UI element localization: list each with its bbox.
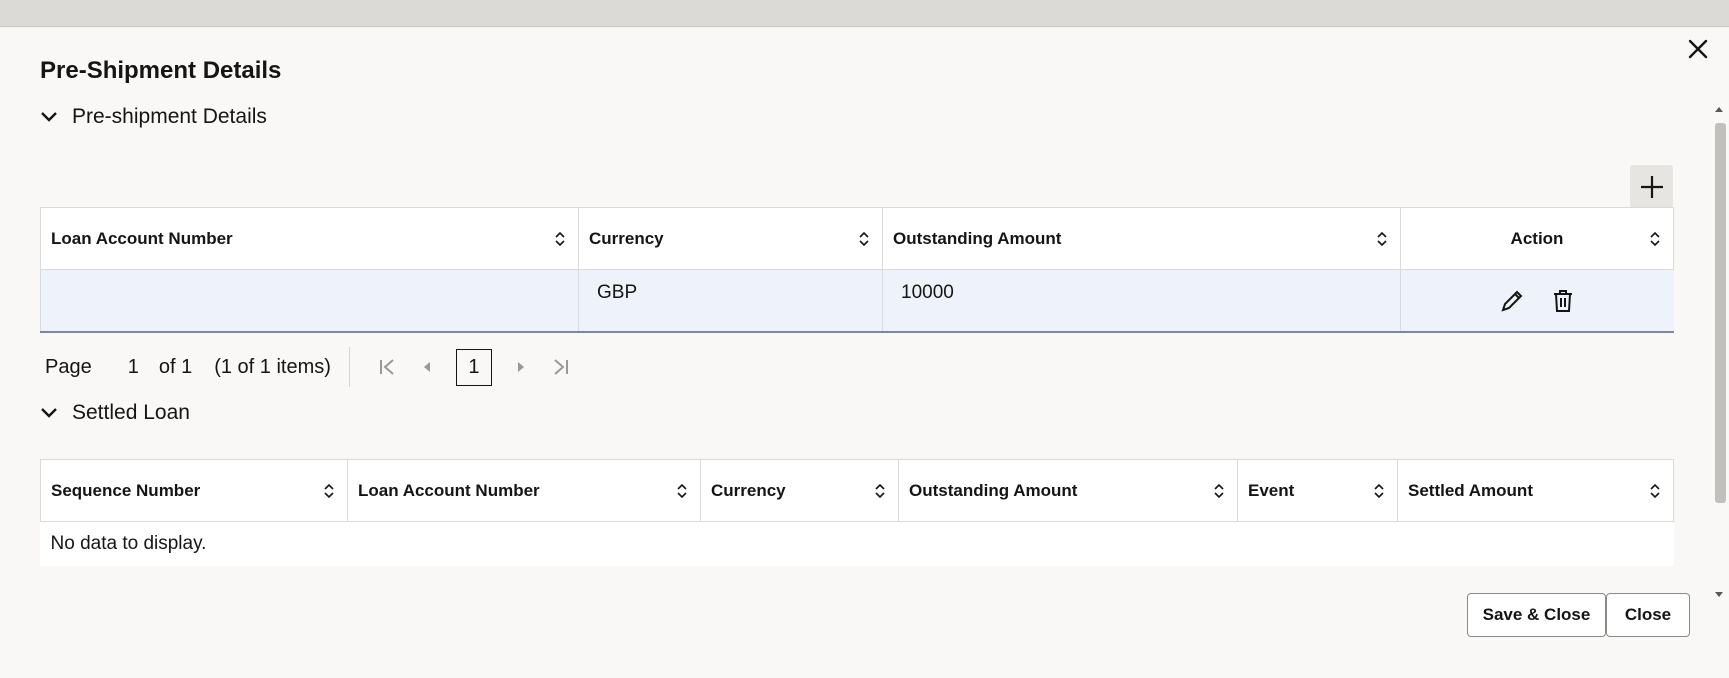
plus-icon (1640, 175, 1663, 198)
sort-icon (1650, 231, 1660, 246)
last-page-icon[interactable] (552, 358, 570, 376)
scroll-down-icon[interactable] (1714, 591, 1724, 599)
column-header-loan-account[interactable]: Loan Account Number (347, 459, 701, 522)
next-page-icon[interactable] (514, 358, 528, 376)
scrollbar-thumb[interactable] (1715, 123, 1726, 503)
pager-divider (348, 347, 350, 387)
close-button[interactable]: Close (1606, 593, 1690, 637)
cell-currency: GBP (578, 269, 883, 333)
close-icon[interactable] (1682, 33, 1714, 65)
add-button[interactable] (1630, 165, 1673, 208)
column-header-event[interactable]: Event (1237, 459, 1398, 522)
no-data-message: No data to display. (40, 521, 1674, 566)
table-row[interactable]: GBP 10000 (40, 269, 1674, 333)
pencil-icon[interactable] (1499, 288, 1525, 314)
page-total: of 1 (158, 355, 193, 378)
chevron-down-icon (41, 408, 57, 418)
preshipment-section-toggle[interactable]: Pre-shipment Details (38, 105, 267, 129)
column-header-loan-account[interactable]: Loan Account Number (40, 207, 579, 270)
column-header-settled-amount[interactable]: Settled Amount (1397, 459, 1674, 522)
cell-loan-account-number (40, 269, 579, 333)
scrollbar[interactable] (1711, 105, 1727, 605)
cell-actions (1400, 269, 1674, 333)
previous-page-icon[interactable] (420, 358, 434, 376)
preshipment-section-title: Pre-shipment Details (72, 105, 267, 128)
column-header-outstanding-amount[interactable]: Outstanding Amount (882, 207, 1401, 270)
sort-icon (859, 231, 869, 246)
dialog-title: Pre-Shipment Details (40, 57, 282, 84)
save-and-close-button[interactable]: Save & Close (1467, 593, 1606, 637)
settled-loan-section-title: Settled Loan (72, 401, 190, 424)
sort-icon (324, 483, 334, 498)
page-items-count: (1 of 1 items) (214, 355, 331, 378)
chevron-down-icon (41, 112, 57, 122)
settled-loan-table: Sequence Number Loan Account Number Curr… (40, 459, 1674, 566)
settled-loan-section-toggle[interactable]: Settled Loan (38, 401, 190, 425)
pre-shipment-dialog: Pre-Shipment Details Pre-shipment Detail… (0, 26, 1729, 678)
sort-icon (555, 231, 565, 246)
column-header-sequence-number[interactable]: Sequence Number (40, 459, 348, 522)
trash-icon[interactable] (1551, 288, 1575, 314)
column-header-action[interactable]: Action (1400, 207, 1674, 270)
pagination: Page 1 of 1 (1 of 1 items) 1 (45, 347, 582, 387)
sort-icon (677, 483, 687, 498)
sort-icon (1374, 483, 1384, 498)
current-page-button[interactable]: 1 (455, 348, 492, 386)
page-label: Page (45, 355, 92, 378)
preshipment-table: Loan Account Number Currency Outstanding… (40, 207, 1674, 333)
column-header-currency[interactable]: Currency (700, 459, 899, 522)
sort-icon (1377, 231, 1387, 246)
first-page-icon[interactable] (378, 358, 396, 376)
column-header-outstanding-amount[interactable]: Outstanding Amount (898, 459, 1238, 522)
page-number-input[interactable]: 1 (128, 356, 139, 379)
cell-outstanding-amount: 10000 (882, 269, 1401, 333)
sort-icon (875, 483, 885, 498)
column-header-currency[interactable]: Currency (578, 207, 883, 270)
sort-icon (1650, 483, 1660, 498)
background-page (0, 0, 1729, 26)
scroll-up-icon[interactable] (1714, 105, 1724, 113)
sort-icon (1214, 483, 1224, 498)
empty-row: No data to display. (40, 521, 1674, 566)
